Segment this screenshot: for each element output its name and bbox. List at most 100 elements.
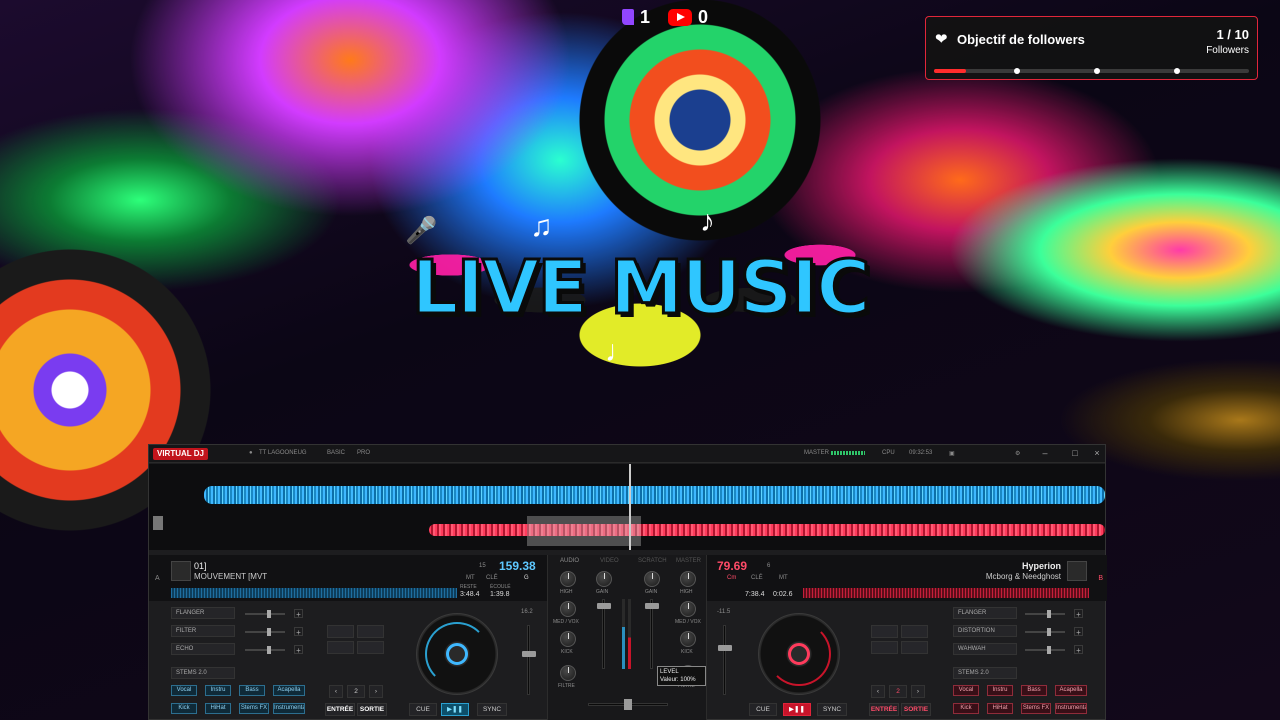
deck-b-stem-bass[interactable]: Bass [1021, 685, 1047, 696]
waveform-display[interactable] [149, 464, 1105, 550]
loop-double-button[interactable]: › [369, 685, 383, 698]
deck-b-volume-fader[interactable] [650, 599, 653, 669]
twitch-count: 1 [640, 6, 651, 27]
deck-a-pitch-cap[interactable] [522, 651, 536, 657]
plus-icon[interactable]: + [294, 609, 303, 619]
deck-b-loop-value[interactable]: 2 [889, 685, 907, 698]
close-icon[interactable]: × [1091, 447, 1103, 459]
deck-b-fx-3-slider[interactable] [1025, 646, 1065, 654]
mixer-tab-audio[interactable]: AUDIO [560, 558, 579, 564]
deck-a-stem-vocal[interactable]: Vocal [171, 685, 197, 696]
plus-icon[interactable]: + [294, 645, 303, 655]
deck-b-stem-acapella[interactable]: Acapella [1055, 685, 1087, 696]
deck-b-pad[interactable] [871, 625, 898, 638]
deck-a-jogwheel[interactable] [416, 613, 498, 695]
deck-a-filter-knob[interactable] [560, 665, 576, 681]
plus-icon[interactable]: + [1074, 645, 1083, 655]
plus-icon[interactable]: + [1074, 627, 1083, 637]
waveform-zoom-handle[interactable] [153, 516, 163, 530]
deck-b-fx-2-slider[interactable] [1025, 628, 1065, 636]
waveform-zoom-window[interactable] [527, 516, 641, 546]
deck-b-stem-fx[interactable]: Stems FX [1021, 703, 1051, 714]
deck-a-pad[interactable] [327, 641, 354, 654]
deck-a-volume-fader[interactable] [602, 599, 605, 669]
deck-a-pad[interactable] [357, 641, 384, 654]
deck-a-cue-button[interactable]: CUE [409, 703, 437, 716]
deck-a-in-button[interactable]: ENTRÉE [325, 703, 355, 716]
mixer-tab-scratch[interactable]: SCRATCH [638, 558, 667, 564]
deck-b-jogwheel[interactable] [758, 613, 840, 695]
deck-a-mid-knob[interactable] [560, 601, 576, 617]
deck-b-stem-instrumental[interactable]: Instrumental [1055, 703, 1087, 714]
deck-b-mid-knob[interactable] [680, 601, 696, 617]
gear-icon[interactable]: ⚙ [1015, 450, 1020, 457]
deck-b-pitch-fader[interactable] [723, 625, 726, 695]
deck-a-fx-2[interactable]: FILTER [171, 625, 235, 637]
crossfader-cap[interactable] [624, 699, 632, 710]
user-name[interactable]: TT LAGOONEUG [259, 450, 307, 456]
deck-b-fx-3[interactable]: WAHWAH [953, 643, 1017, 655]
deck-b-in-button[interactable]: ENTRÉE [869, 703, 899, 716]
deck-a-play-button[interactable]: ▶❚❚ [441, 703, 469, 716]
deck-b-kick-knob[interactable] [680, 631, 696, 647]
mixer-tab-master[interactable]: MASTER [676, 558, 701, 564]
deck-a-mt[interactable]: MT [466, 575, 475, 581]
deck-b-play-button[interactable]: ▶❚❚ [783, 703, 811, 716]
layout-basic[interactable]: BASIC [327, 450, 345, 456]
loop-half-button[interactable]: ‹ [329, 685, 343, 698]
deck-a-fx-1[interactable]: FLANGER [171, 607, 235, 619]
deck-b-stem-vocal[interactable]: Vocal [953, 685, 979, 696]
deck-b-pad[interactable] [901, 625, 928, 638]
deck-b-stem-instru[interactable]: Instru [987, 685, 1013, 696]
deck-a-stem-instrumental[interactable]: Instrumental [273, 703, 305, 714]
deck-a-pitch-fader[interactable] [527, 625, 530, 695]
layout-pro[interactable]: PRO [357, 450, 370, 456]
deck-b-fx-1[interactable]: FLANGER [953, 607, 1017, 619]
deck-a-high-knob[interactable] [560, 571, 576, 587]
deck-b-fx-2[interactable]: DISTORTION [953, 625, 1017, 637]
deck-a-fx-3[interactable]: ECHO [171, 643, 235, 655]
deck-a-loop-value[interactable]: 2 [347, 685, 365, 698]
deck-a-fx-2-slider[interactable] [245, 628, 285, 636]
maximize-icon[interactable]: □ [1069, 447, 1081, 459]
mixer-tab-video[interactable]: VIDEO [600, 558, 619, 564]
deck-b-volume-cap[interactable] [645, 603, 659, 609]
deck-a-track-progress[interactable] [171, 588, 457, 598]
plus-icon[interactable]: + [294, 627, 303, 637]
deck-a-stem-instru[interactable]: Instru [205, 685, 231, 696]
deck-a-stem-fx[interactable]: Stems FX [239, 703, 269, 714]
deck-a-fx-3-slider[interactable] [245, 646, 285, 654]
deck-b-mt[interactable]: MT [779, 575, 788, 581]
deck-b-pad[interactable] [871, 641, 898, 654]
deck-b-stem-hihat[interactable]: HiHat [987, 703, 1013, 714]
deck-a-stem-acapella[interactable]: Acapella [273, 685, 305, 696]
deck-a-out-button[interactable]: SORTIE [357, 703, 387, 716]
loop-double-button[interactable]: › [911, 685, 925, 698]
deck-a-stem-kick[interactable]: Kick [171, 703, 197, 714]
deck-b-fx-1-slider[interactable] [1025, 610, 1065, 618]
loop-half-button[interactable]: ‹ [871, 685, 885, 698]
deck-b-gain-knob[interactable] [644, 571, 660, 587]
deck-b-high-knob[interactable] [680, 571, 696, 587]
deck-b-stems-select[interactable]: STEMS 2.0 [953, 667, 1017, 679]
deck-a-volume-cap[interactable] [597, 603, 611, 609]
deck-a-fx-1-slider[interactable] [245, 610, 285, 618]
deck-a-sync-button[interactable]: SYNC [477, 703, 507, 716]
deck-b-pitch-cap[interactable] [718, 645, 732, 651]
deck-b-cue-button[interactable]: CUE [749, 703, 777, 716]
deck-a-stem-bass[interactable]: Bass [239, 685, 265, 696]
deck-b-stem-kick[interactable]: Kick [953, 703, 979, 714]
deck-b-pad[interactable] [901, 641, 928, 654]
deck-b-sync-button[interactable]: SYNC [817, 703, 847, 716]
deck-a-pad[interactable] [327, 625, 354, 638]
deck-b-out-button[interactable]: SORTIE [901, 703, 931, 716]
plus-icon[interactable]: + [1074, 609, 1083, 619]
deck-a-pad[interactable] [357, 625, 384, 638]
deck-b-track-progress[interactable] [803, 588, 1089, 598]
minimize-icon[interactable]: – [1039, 447, 1051, 459]
record-icon[interactable]: ▣ [949, 450, 955, 457]
deck-a-stem-hihat[interactable]: HiHat [205, 703, 231, 714]
deck-a-stems-select[interactable]: STEMS 2.0 [171, 667, 235, 679]
deck-a-gain-knob[interactable] [596, 571, 612, 587]
deck-a-kick-knob[interactable] [560, 631, 576, 647]
